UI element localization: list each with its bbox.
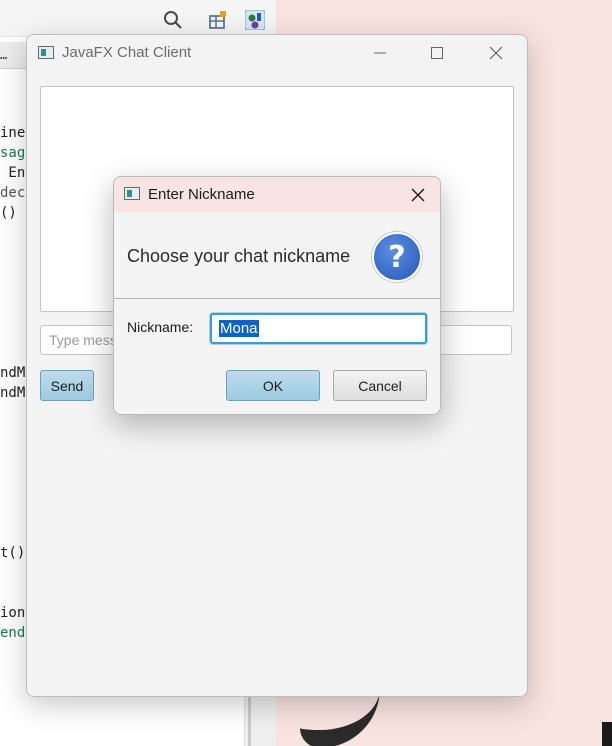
- maximize-button[interactable]: [414, 35, 460, 71]
- code-line: dec: [0, 185, 26, 201]
- code-line: t(): [0, 545, 26, 561]
- code-line: ndM: [0, 385, 26, 401]
- code-line: (): [0, 205, 17, 221]
- ok-button[interactable]: OK: [226, 370, 320, 401]
- dialog-app-icon: [124, 187, 140, 200]
- ide-editor-tab[interactable]: …: [0, 42, 26, 69]
- code-line: ion: [0, 605, 26, 621]
- dialog-close-button[interactable]: [396, 177, 440, 212]
- ide-tab-label: …: [0, 48, 8, 62]
- app-icon: [38, 46, 54, 59]
- search-icon[interactable]: [163, 10, 183, 30]
- minimize-icon: [374, 52, 386, 54]
- code-line: En: [0, 165, 26, 181]
- nickname-label: Nickname:: [127, 319, 194, 335]
- dialog-title: Enter Nickname: [148, 186, 255, 203]
- code-line: sag: [0, 145, 26, 161]
- dialog-header-text: Choose your chat nickname: [127, 246, 351, 266]
- nickname-input[interactable]: Mona: [210, 313, 427, 344]
- nickname-input-value: Mona: [219, 320, 259, 337]
- window-titlebar[interactable]: JavaFX Chat Client: [27, 35, 527, 71]
- close-icon: [489, 46, 503, 60]
- code-line: ndM: [0, 365, 26, 381]
- plugin-icon[interactable]: [245, 10, 265, 30]
- dialog-titlebar[interactable]: Enter Nickname: [114, 177, 440, 212]
- layout-icon[interactable]: [208, 10, 228, 30]
- desktop-corner-mark: [602, 722, 612, 746]
- dialog-header: Choose your chat nickname ?: [114, 212, 440, 299]
- window-title: JavaFX Chat Client: [62, 44, 192, 61]
- nickname-dialog: Enter Nickname Choose your chat nickname…: [113, 176, 441, 415]
- close-button[interactable]: [473, 35, 519, 71]
- ide-toolbar: [0, 0, 276, 37]
- maximize-icon: [431, 47, 443, 59]
- close-icon: [411, 188, 425, 201]
- question-icon: ?: [372, 232, 422, 282]
- desktop: … ine sag En dec () ndM ndM t() ion end …: [0, 0, 612, 746]
- code-line: ine: [0, 125, 26, 141]
- minimize-button[interactable]: [357, 35, 403, 71]
- cancel-button[interactable]: Cancel: [333, 370, 427, 401]
- code-line: end: [0, 625, 26, 641]
- send-button[interactable]: Send: [40, 370, 94, 401]
